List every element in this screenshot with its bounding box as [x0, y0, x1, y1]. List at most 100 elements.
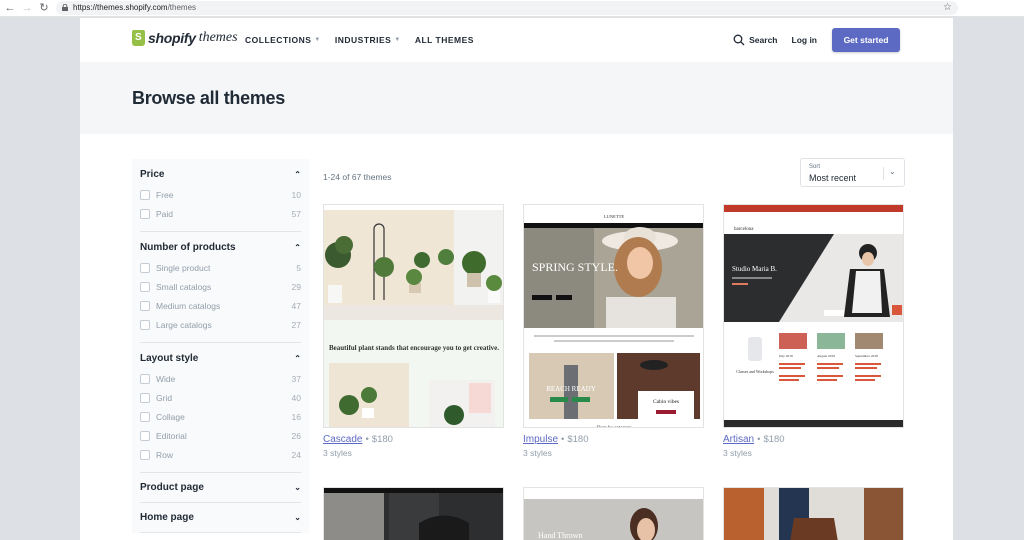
theme-preview-image — [724, 488, 903, 540]
artisan-preview-image: barcelona Studio Maria B. Classes and Wo… — [724, 205, 903, 427]
filter-header[interactable]: Number of products ⌃ — [140, 240, 301, 254]
theme-preview-image: Hand Thrown — [524, 488, 703, 540]
filter-group-layout-style: Layout style ⌃ Wide 37 Grid 40 Collage 16 Ed… — [140, 343, 301, 473]
lock-icon — [62, 4, 68, 11]
url-text: https://themes.shopify.com/themes — [73, 3, 197, 12]
filter-option[interactable]: Collage 16 — [140, 407, 301, 426]
theme-styles-count: 3 styles — [523, 448, 552, 458]
filter-option[interactable]: Large catalogs 27 — [140, 315, 301, 334]
theme-name-link[interactable]: Artisan — [723, 434, 754, 445]
filter-group-number-of-products: Number of products ⌃ Single product 5 Smal… — [140, 232, 301, 343]
nav-industries[interactable]: INDUSTRIES ▼ — [335, 35, 401, 45]
search-button[interactable]: Search — [733, 34, 778, 46]
checkbox[interactable] — [140, 189, 150, 200]
hero-band: Browse all themes — [80, 62, 953, 134]
theme-price: $180 — [371, 434, 393, 445]
theme-price: $180 — [567, 434, 589, 445]
svg-text:Studio Maria B.: Studio Maria B. — [732, 265, 777, 273]
theme-preview[interactable] — [723, 487, 904, 540]
svg-text:LUNETTE: LUNETTE — [604, 214, 624, 219]
browser-toolbar: ← → ↻ https://themes.shopify.com/themes … — [0, 0, 1024, 17]
get-started-button[interactable]: Get started — [832, 28, 900, 52]
svg-text:Cabin vibes: Cabin vibes — [653, 399, 679, 405]
chevron-up-icon: ⌃ — [294, 169, 301, 179]
checkbox[interactable] — [140, 281, 150, 292]
checkbox[interactable] — [140, 208, 150, 219]
forward-arrow-icon[interactable]: → — [20, 1, 34, 15]
filter-header[interactable]: Layout style ⌃ — [140, 351, 301, 365]
chevron-down-icon: ⌄ — [294, 513, 301, 522]
results-count: 1-24 of 67 themes — [323, 172, 392, 182]
filter-group-product-page: Product page ⌄ — [140, 473, 301, 503]
search-icon — [733, 34, 745, 46]
svg-text:Hand Thrown: Hand Thrown — [538, 531, 583, 540]
filter-group-price: Price ⌃ Free 10 Paid 57 — [140, 159, 301, 232]
theme-price: $180 — [763, 434, 785, 445]
theme-name-link[interactable]: Impulse — [523, 434, 558, 445]
theme-card-cascade: Beautiful plant stands that encourage yo… — [323, 204, 504, 458]
theme-preview-image — [324, 488, 503, 540]
filter-option[interactable]: Grid 40 — [140, 388, 301, 407]
chevron-up-icon: ⌃ — [294, 242, 301, 252]
svg-text:Classes and Workshops: Classes and Workshops — [736, 369, 774, 374]
svg-text:BEACH READY: BEACH READY — [546, 385, 596, 393]
page: shopify themes COLLECTIONS▼ INDUSTRIES▼ … — [80, 18, 953, 540]
back-arrow-icon[interactable]: ← — [3, 1, 17, 15]
checkbox[interactable] — [140, 319, 150, 330]
sort-select[interactable]: Sort Most recent ⌄ — [800, 158, 905, 187]
chevron-down-icon: ⌄ — [294, 483, 301, 492]
theme-styles-count: 3 styles — [323, 448, 352, 458]
checkbox[interactable] — [140, 392, 150, 403]
chevron-up-icon: ⌃ — [294, 353, 301, 363]
caret-down-icon: ▼ — [314, 37, 321, 43]
address-bar[interactable]: https://themes.shopify.com/themes ☆ — [56, 1, 958, 15]
svg-text:barcelona: barcelona — [734, 227, 754, 232]
filter-header[interactable]: Home page ⌄ — [140, 511, 301, 524]
checkbox[interactable] — [140, 300, 150, 311]
svg-text:September 2018: September 2018 — [855, 354, 878, 358]
filter-header[interactable]: Product page ⌄ — [140, 481, 301, 494]
reload-icon[interactable]: ↻ — [37, 1, 51, 15]
caret-down-icon: ▼ — [394, 37, 401, 43]
theme-preview[interactable]: Beautiful plant stands that encourage yo… — [323, 204, 504, 428]
svg-text:Shop by category: Shop by category — [597, 426, 632, 428]
nav-all-themes[interactable]: ALL THEMES — [415, 35, 474, 45]
shopify-bag-icon — [132, 30, 145, 46]
page-title: Browse all themes — [132, 88, 285, 108]
svg-text:August 2018: August 2018 — [817, 354, 835, 358]
theme-card-artisan: barcelona Studio Maria B. Classes and Wo… — [723, 204, 904, 458]
filter-option[interactable]: Free 10 — [140, 185, 301, 204]
theme-styles-count: 3 styles — [723, 448, 752, 458]
svg-text:July 2018: July 2018 — [779, 354, 793, 358]
filter-option[interactable]: Row 24 — [140, 445, 301, 464]
checkbox[interactable] — [140, 373, 150, 384]
nav-collections[interactable]: COLLECTIONS ▼ — [245, 35, 321, 45]
checkbox[interactable] — [140, 262, 150, 273]
svg-text:SPRING STYLE.: SPRING STYLE. — [532, 260, 618, 274]
main-nav: COLLECTIONS ▼ INDUSTRIES ▼ ALL THEMES — [245, 35, 474, 45]
filter-option[interactable]: Wide 37 — [140, 369, 301, 388]
impulse-preview-image: LUNETTE SPRING STYLE. BEACH READY Cabin … — [524, 205, 703, 428]
filter-header[interactable]: Price ⌃ — [140, 167, 301, 181]
checkbox[interactable] — [140, 430, 150, 441]
bookmark-star-icon[interactable]: ☆ — [943, 1, 952, 15]
theme-preview[interactable]: LUNETTE SPRING STYLE. BEACH READY Cabin … — [523, 204, 704, 428]
filter-option[interactable]: Paid 57 — [140, 204, 301, 223]
theme-name-link[interactable]: Cascade — [323, 434, 362, 445]
filter-option[interactable]: Small catalogs 29 — [140, 277, 301, 296]
theme-preview[interactable]: Hand Thrown — [523, 487, 704, 540]
shopify-themes-logo[interactable]: shopify themes — [132, 30, 238, 46]
filter-option[interactable]: Medium catalogs 47 — [140, 296, 301, 315]
theme-preview[interactable]: barcelona Studio Maria B. Classes and Wo… — [723, 204, 904, 428]
svg-text:Beautiful plant stands that en: Beautiful plant stands that encourage yo… — [329, 344, 499, 352]
checkbox[interactable] — [140, 411, 150, 422]
login-link[interactable]: Log in — [792, 35, 818, 45]
filter-option[interactable]: Editorial 26 — [140, 426, 301, 445]
site-header: shopify themes COLLECTIONS▼ INDUSTRIES▼ … — [80, 18, 953, 62]
filter-sidebar: Price ⌃ Free 10 Paid 57 Number of products ⌃… — [132, 159, 309, 533]
theme-preview[interactable] — [323, 487, 504, 540]
chevron-down-icon: ⌄ — [889, 167, 896, 176]
checkbox[interactable] — [140, 449, 150, 460]
filter-option[interactable]: Single product 5 — [140, 258, 301, 277]
cascade-preview-image: Beautiful plant stands that encourage yo… — [324, 205, 503, 427]
